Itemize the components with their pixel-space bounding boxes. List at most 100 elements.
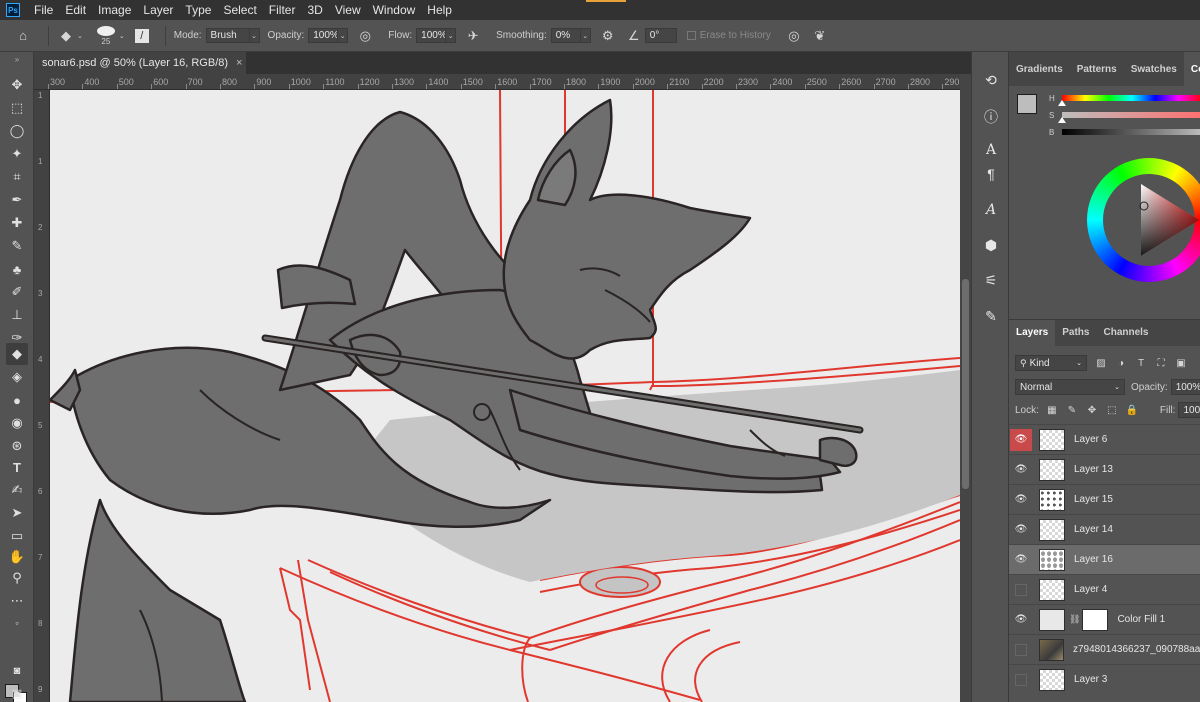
layer-row[interactable]: 👁 Layer 6: [1009, 424, 1200, 454]
gear-icon[interactable]: ⚙: [599, 27, 617, 45]
screen-mode-icon[interactable]: ▣: [6, 682, 28, 702]
visibility-eye-icon[interactable]: 👁: [1010, 459, 1032, 481]
hue-slider[interactable]: [1062, 95, 1200, 101]
visibility-eye-icon[interactable]: 👁: [1010, 549, 1032, 571]
menu-type[interactable]: Type: [179, 0, 217, 20]
document-canvas[interactable]: [50, 90, 960, 702]
visibility-toggle-box[interactable]: [1010, 579, 1032, 601]
paint-bucket-tool-icon[interactable]: ◈: [6, 366, 28, 388]
tab-color[interactable]: Color: [1183, 52, 1200, 86]
layer-row[interactable]: z7948014366237_090788aaa719: [1009, 634, 1200, 664]
filter-kind-select[interactable]: ⚲ Kind ⌄: [1015, 355, 1087, 371]
smoothing-dropdown-icon[interactable]: ⌄: [579, 28, 591, 43]
blur-tool-icon[interactable]: ●: [6, 389, 28, 411]
toolbar-collapse-icon[interactable]: »: [6, 54, 28, 64]
visibility-eye-icon[interactable]: 👁: [1010, 609, 1032, 631]
smart-object-filter-icon[interactable]: ▣: [1175, 357, 1187, 369]
layer-row[interactable]: 👁 Layer 14: [1009, 514, 1200, 544]
quick-mask-icon[interactable]: ◙: [6, 660, 28, 682]
stamp-tool-icon[interactable]: ⊥: [6, 304, 28, 326]
more-tools-icon[interactable]: ⋯: [6, 590, 28, 612]
lock-pixels-icon[interactable]: ✎: [1066, 404, 1078, 416]
clone-stamp-tool-icon[interactable]: ♣: [6, 258, 28, 280]
adjustment-filter-icon[interactable]: ◑: [1115, 357, 1127, 369]
path-selection-tool-icon[interactable]: ➤: [6, 502, 28, 524]
menu-layer[interactable]: Layer: [137, 0, 179, 20]
layer-row[interactable]: 👁 ⛓ Color Fill 1: [1009, 604, 1200, 634]
tab-paths[interactable]: Paths: [1055, 320, 1096, 346]
magic-wand-tool-icon[interactable]: ✦: [6, 143, 28, 165]
brush-preset-dropdown[interactable]: ⌄: [119, 32, 125, 40]
type-filter-icon[interactable]: T: [1135, 357, 1147, 369]
crop-tool-icon[interactable]: ⌗: [6, 166, 28, 188]
menu-help[interactable]: Help: [421, 0, 458, 20]
tab-channels[interactable]: Channels: [1096, 320, 1155, 346]
eyedropper-tool-icon[interactable]: ✒: [6, 189, 28, 211]
hue-slider-thumb[interactable]: [1058, 100, 1066, 106]
pixel-filter-icon[interactable]: ▨: [1095, 357, 1107, 369]
adjustments-panel-icon[interactable]: ⚟: [981, 270, 1001, 290]
tab-swatches[interactable]: Swatches: [1124, 52, 1184, 86]
visibility-eye-icon[interactable]: 👁: [1010, 489, 1032, 511]
tab-layers[interactable]: Layers: [1009, 320, 1056, 346]
menu-image[interactable]: Image: [92, 0, 137, 20]
menu-window[interactable]: Window: [367, 0, 422, 20]
layer-row[interactable]: Layer 3: [1009, 664, 1200, 694]
flow-dropdown-icon[interactable]: ⌄: [445, 28, 457, 43]
blend-mode-select[interactable]: Normal ⌄: [1015, 379, 1125, 395]
opacity-dropdown-icon[interactable]: ⌄: [337, 28, 349, 43]
hand-tool-icon[interactable]: ✋: [6, 546, 28, 568]
marquee-tool-icon[interactable]: ⬚: [6, 97, 28, 119]
type-tool-icon[interactable]: T: [6, 456, 28, 478]
horizontal-ruler[interactable]: 300 400 500 600 700 800 900 1000 1100 1200 1300 140…: [34, 74, 960, 90]
lock-position-icon[interactable]: ✥: [1086, 404, 1098, 416]
lock-all-icon[interactable]: 🔒: [1126, 404, 1138, 416]
layer-row[interactable]: 👁 Layer 15: [1009, 484, 1200, 514]
lock-artboard-icon[interactable]: ⬚: [1106, 404, 1118, 416]
menu-select[interactable]: Select: [217, 0, 262, 20]
brush-settings-icon[interactable]: /: [134, 28, 149, 43]
angle-input[interactable]: 0°: [644, 28, 677, 43]
home-icon[interactable]: ⌂: [14, 27, 32, 45]
visibility-toggle-box[interactable]: [1010, 639, 1032, 661]
color-triangle[interactable]: [1087, 148, 1200, 320]
lock-transparency-icon[interactable]: ▦: [1046, 404, 1058, 416]
fill-input[interactable]: 100%: [1178, 402, 1200, 418]
layer-row[interactable]: 👁 Layer 16: [1009, 544, 1200, 574]
healing-brush-tool-icon[interactable]: ✚: [6, 212, 28, 234]
zoom-tool-icon[interactable]: ⚲: [6, 567, 28, 589]
eraser-tool-icon[interactable]: ◆: [57, 27, 75, 45]
layer-mask-thumbnail[interactable]: [1082, 608, 1109, 631]
layer-opacity-input[interactable]: 100%: [1170, 379, 1200, 395]
eraser-tool-icon[interactable]: ◆: [6, 343, 28, 365]
default-colors-icon[interactable]: ▫: [6, 612, 28, 634]
brush-preset-picker[interactable]: 25: [96, 25, 115, 46]
saturation-slider[interactable]: [1062, 112, 1200, 118]
info-panel-icon[interactable]: ⓘ: [981, 107, 1001, 127]
flow-input[interactable]: 100%: [416, 28, 447, 43]
glyphs-panel-icon[interactable]: A: [981, 200, 1001, 220]
layer-row[interactable]: 👁 Layer 13: [1009, 454, 1200, 484]
character-panel-icon[interactable]: A: [981, 140, 1001, 160]
brush-settings-panel-icon[interactable]: ✎: [981, 306, 1001, 326]
history-brush-tool-icon[interactable]: ✐: [6, 281, 28, 303]
tool-preset-dropdown[interactable]: ⌄: [77, 32, 83, 40]
visibility-eye-icon[interactable]: 👁: [1010, 428, 1032, 451]
paragraph-panel-icon[interactable]: ¶: [981, 164, 1001, 184]
brush-tool-icon[interactable]: ✎: [6, 235, 28, 257]
mode-dropdown-icon[interactable]: ⌄: [248, 28, 260, 43]
sponge-tool-icon[interactable]: ◉: [6, 412, 28, 434]
shape-tool-icon[interactable]: ▭: [6, 525, 28, 547]
tab-patterns[interactable]: Patterns: [1070, 52, 1124, 86]
saturation-slider-thumb[interactable]: [1058, 117, 1066, 123]
foreground-color-swatch[interactable]: [1017, 94, 1037, 114]
move-tool-icon[interactable]: ✥: [6, 74, 28, 96]
vertical-ruler[interactable]: 1 1 2 3 4 5 6 7 8 9: [34, 90, 50, 702]
menu-file[interactable]: File: [28, 0, 59, 20]
symmetry-icon[interactable]: ❦: [811, 27, 829, 45]
menu-edit[interactable]: Edit: [59, 0, 92, 20]
menu-view[interactable]: View: [329, 0, 367, 20]
pressure-size-icon[interactable]: ◎: [785, 27, 803, 45]
document-tab[interactable]: sonar6.psd @ 50% (Layer 16, RGB/8) ×: [34, 52, 246, 74]
brightness-slider[interactable]: [1062, 129, 1200, 135]
